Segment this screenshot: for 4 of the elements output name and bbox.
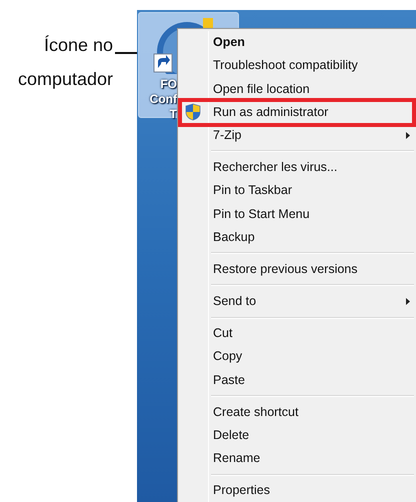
annotation-label: Ícone no computador <box>16 34 113 91</box>
icon-label: FO <box>159 77 177 92</box>
icon-label: Conf <box>148 92 177 107</box>
icon-label: T <box>168 107 177 122</box>
